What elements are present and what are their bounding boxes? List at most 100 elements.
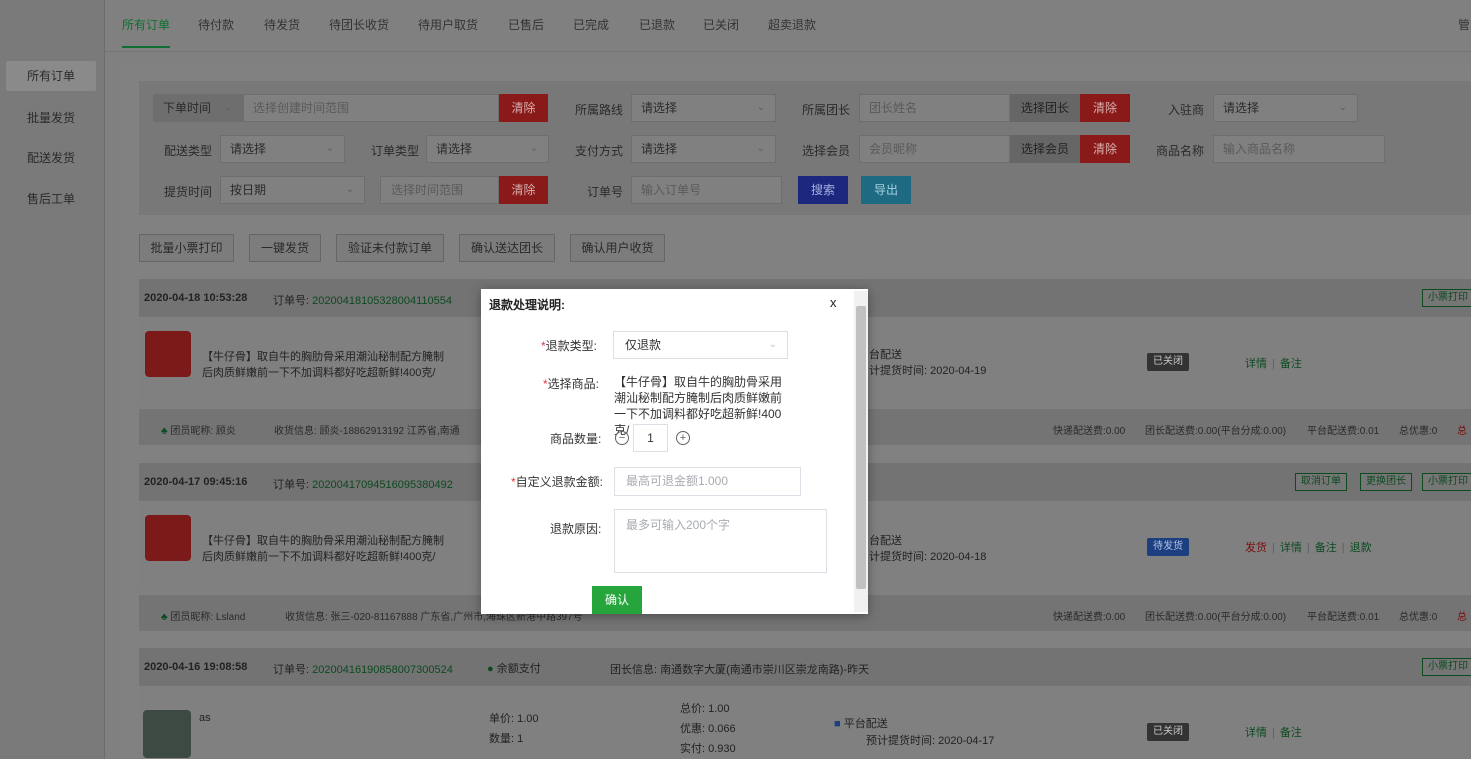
clear-member-button[interactable]: 清除: [1080, 135, 1130, 163]
tab-completed[interactable]: 已完成: [573, 16, 609, 33]
member-nickname-text: 团员昵称: Lsland: [170, 612, 246, 623]
leader-label: 所属团长: [802, 103, 851, 117]
order-number-value[interactable]: 20200417094516095380492: [312, 479, 453, 491]
pickup-time-type-select[interactable]: 按日期 ⌄: [220, 176, 365, 204]
merchant-value: 请选择: [1223, 101, 1260, 115]
order-status-tabs: 所有订单 待付款 待发货 待团长收货 待用户取货 已售后 已完成 已退款 已关闭…: [105, 0, 1471, 52]
pickup-time-type-value: 按日期: [230, 183, 267, 197]
batch-print-button[interactable]: 批量小票打印: [139, 234, 234, 262]
remark-link[interactable]: 备注: [1280, 727, 1302, 739]
tab-after-sale[interactable]: 已售后: [508, 16, 544, 33]
product-name-input[interactable]: 输入商品名称: [1213, 135, 1385, 163]
remark-link[interactable]: 备注: [1280, 358, 1302, 370]
merchant-select[interactable]: 请选择 ⌄: [1213, 94, 1358, 122]
order-time-type-select[interactable]: 下单时间 ⌄: [153, 94, 243, 122]
sidebar-item-delivery-ship[interactable]: 配送发货: [6, 143, 96, 173]
scrollbar-thumb[interactable]: [856, 306, 866, 589]
platform-fee: 平台配送费:0.01: [1307, 612, 1380, 623]
leader-name-input[interactable]: 团长姓名: [859, 94, 1010, 122]
product-thumbnail: [145, 331, 191, 377]
tab-closed[interactable]: 已关闭: [703, 16, 739, 33]
tab-all-orders[interactable]: 所有订单: [122, 16, 170, 33]
print-receipt-button[interactable]: 小票打印: [1422, 473, 1471, 491]
order-time: 2020-04-17 09:45:16: [144, 476, 248, 488]
refund-type-select[interactable]: 仅退款 ⌄: [613, 331, 788, 359]
order-no-label: 订单号: [587, 185, 624, 199]
export-button[interactable]: 导出: [861, 176, 911, 204]
pickup-time: 预计提货时间: 2020-04-17: [866, 735, 995, 747]
order-no-input[interactable]: 输入订单号: [631, 176, 782, 204]
increment-icon[interactable]: +: [676, 431, 690, 445]
route-select[interactable]: 请选择 ⌄: [631, 94, 776, 122]
sidebar-item-all-orders[interactable]: 所有订单: [6, 61, 96, 91]
order-number-value[interactable]: 20200418105328004110554: [312, 295, 452, 307]
tab-refunded[interactable]: 已退款: [639, 16, 675, 33]
sidebar-item-batch-ship[interactable]: 批量发货: [6, 103, 96, 133]
change-leader-button[interactable]: 更换团长: [1360, 473, 1412, 491]
tab-pending-leader-receipt[interactable]: 待团长收货: [329, 16, 389, 33]
status-badge: 已关闭: [1147, 353, 1189, 371]
pay-method-select[interactable]: 请选择 ⌄: [631, 135, 776, 163]
order-number-value[interactable]: 20200416190858007300524: [312, 664, 453, 676]
member-nickname: ♣ 团员昵称: 顾炎: [161, 422, 236, 437]
delivery-type-select[interactable]: 请选择 ⌄: [220, 135, 345, 163]
delivery-method-text: 平台配送: [843, 718, 888, 730]
pickup-time-range-input[interactable]: 选择时间范围: [380, 176, 499, 204]
detail-link[interactable]: 详情: [1245, 358, 1267, 370]
product-description: 【牛仔骨】取自牛的胸肋骨采用潮汕秘制配方腌制后肉质鲜嫩前一下不加调料都好吃超新鲜…: [202, 351, 444, 379]
print-receipt-button[interactable]: 小票打印: [1422, 658, 1471, 676]
product-name-label: 商品名称: [1156, 144, 1205, 158]
one-click-ship-button[interactable]: 一键发货: [249, 234, 321, 262]
delivery-method: 台配送: [869, 349, 902, 361]
tab-pending-user-pickup[interactable]: 待用户取货: [418, 16, 478, 33]
detail-link[interactable]: 详情: [1280, 542, 1302, 554]
active-tab-indicator: [122, 46, 170, 48]
order-body: as 单价: 1.00 数量: 1 总价: 1.00 优惠: 0.066 实付:…: [139, 686, 1471, 759]
chevron-down-icon: ⌄: [756, 102, 765, 113]
verify-unpaid-button[interactable]: 验证未付款订单: [336, 234, 444, 262]
quantity-input[interactable]: 1: [633, 424, 668, 452]
order-time-range-input[interactable]: 选择创建时间范围: [243, 94, 499, 122]
cancel-order-button[interactable]: 取消订单: [1295, 473, 1347, 491]
confirm-leader-delivery-button[interactable]: 确认送达团长: [459, 234, 555, 262]
remark-link[interactable]: 备注: [1315, 542, 1337, 554]
detail-link[interactable]: 详情: [1245, 727, 1267, 739]
delivery-type-value: 请选择: [230, 142, 267, 156]
member-nickname-input[interactable]: 会员昵称: [859, 135, 1010, 163]
order-time: 2020-04-18 10:53:28: [144, 292, 248, 304]
refund-amount-input[interactable]: 最高可退金额1.000: [614, 467, 801, 496]
decrement-icon[interactable]: −: [615, 431, 629, 445]
select-leader-button[interactable]: 选择团长: [1010, 94, 1080, 122]
select-member-button[interactable]: 选择会员: [1010, 135, 1080, 163]
order-header: 2020-04-16 19:08:58 订单号: 202004161908580…: [139, 648, 1471, 686]
order-number: 订单号: 20200418105328004110554: [273, 292, 452, 308]
tab-pending-payment[interactable]: 待付款: [198, 16, 234, 33]
chevron-down-icon: ⌄: [768, 339, 777, 350]
refund-reason-textarea[interactable]: 最多可输入200个字: [614, 509, 827, 573]
chevron-down-icon: ⌄: [1338, 102, 1347, 113]
dialog-scrollbar[interactable]: [854, 291, 868, 612]
total-price: 总价: 1.00: [680, 703, 730, 715]
confirm-button[interactable]: 确认: [592, 586, 642, 614]
close-icon[interactable]: x: [830, 295, 837, 310]
clear-leader-button[interactable]: 清除: [1080, 94, 1130, 122]
clear-order-time-button[interactable]: 清除: [499, 94, 548, 122]
refund-link[interactable]: 退款: [1350, 542, 1372, 554]
print-receipt-button[interactable]: 小票打印: [1422, 289, 1471, 307]
ship-link[interactable]: 发货: [1245, 542, 1267, 554]
chevron-down-icon: ⌄: [325, 143, 334, 154]
search-button[interactable]: 搜索: [798, 176, 848, 204]
confirm-user-receipt-button[interactable]: 确认用户收货: [570, 234, 665, 262]
product-thumbnail: [143, 710, 191, 758]
clear-pickup-time-button[interactable]: 清除: [499, 176, 548, 204]
sidebar-item-after-sale[interactable]: 售后工单: [6, 184, 96, 214]
chevron-down-icon: ⌄: [529, 143, 538, 154]
top-right-manage[interactable]: 管: [1458, 16, 1470, 33]
pickup-time-value: 2020-04-18: [930, 551, 987, 563]
truck-icon: ■: [834, 718, 841, 730]
quantity: 数量: 1: [489, 733, 524, 745]
member-nickname-text: 团员昵称: 顾炎: [170, 426, 236, 437]
order-type-select[interactable]: 请选择 ⌄: [426, 135, 549, 163]
tab-oversold-refund[interactable]: 超卖退款: [768, 16, 816, 33]
tab-pending-shipment[interactable]: 待发货: [264, 16, 300, 33]
